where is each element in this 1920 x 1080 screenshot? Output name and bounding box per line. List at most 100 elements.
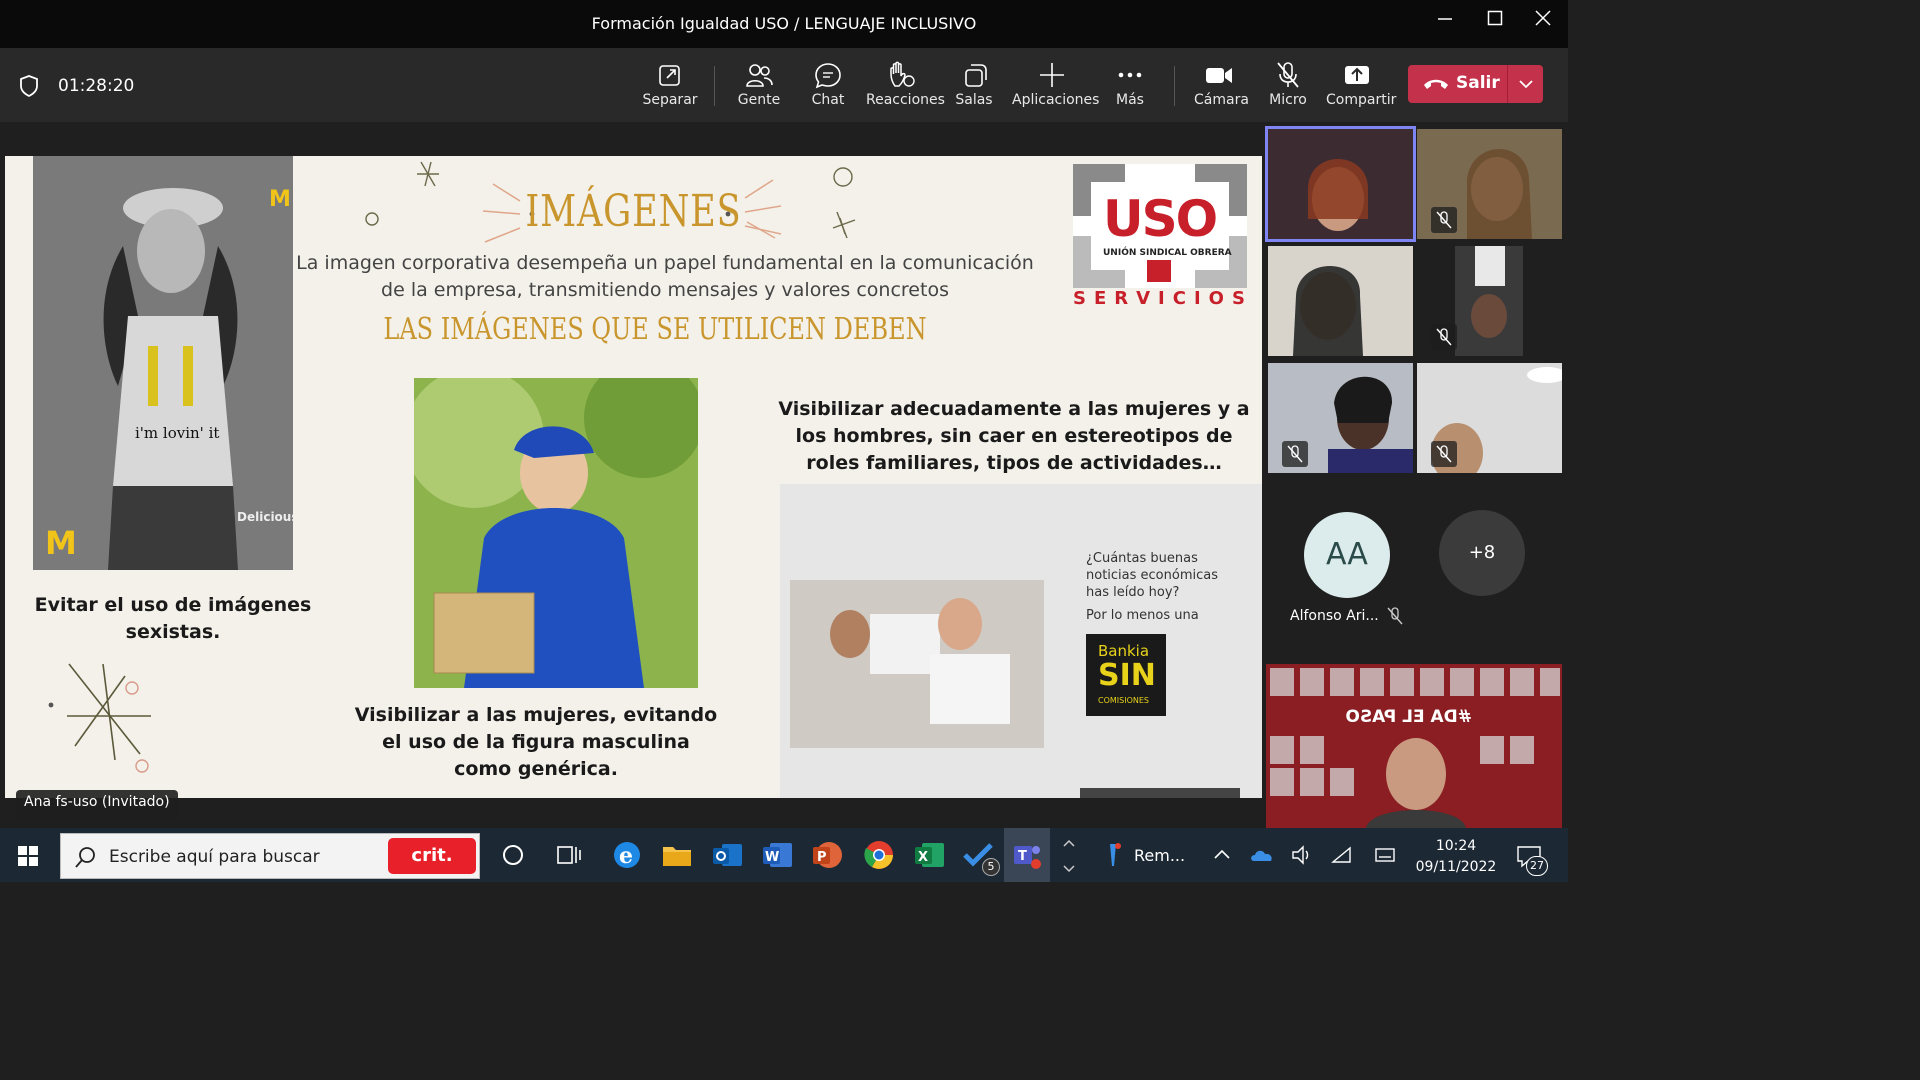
participant-avatar-name: Alfonso Ari... [1290, 608, 1379, 624]
shared-slide: M M i'm lovin' it Delicious IMÁGENES La … [5, 156, 1262, 798]
popout-icon [659, 65, 680, 86]
participant-avatar[interactable]: AA [1304, 512, 1390, 598]
minimize-button[interactable] [1430, 10, 1460, 38]
outlook-icon[interactable] [710, 838, 744, 872]
teams-taskbar-item[interactable]: T [1004, 828, 1050, 882]
crit-app-badge[interactable]: crit. [388, 838, 476, 874]
bankia-ad-image: ¿Cuántas buenas noticias económicas has … [780, 484, 1262, 798]
shield-icon[interactable] [18, 74, 40, 98]
participant-video [1268, 129, 1413, 239]
svg-text:e: e [619, 843, 633, 869]
close-button[interactable] [1528, 10, 1558, 38]
file-explorer-icon[interactable] [660, 838, 694, 872]
close-icon [1535, 10, 1551, 26]
gente-button[interactable]: Gente [734, 60, 784, 116]
bankia-question: ¿Cuántas buenas noticias económicas has … [1086, 551, 1218, 600]
notifications-count: 27 [1526, 856, 1548, 876]
reacciones-button[interactable]: Reacciones [866, 60, 945, 116]
aplicaciones-label: Aplicaciones [1012, 92, 1100, 108]
edge-icon[interactable]: e [610, 838, 644, 872]
muted-indicator [1431, 441, 1457, 467]
people-icon [746, 64, 773, 87]
compartir-button[interactable]: Compartir [1326, 60, 1396, 116]
leave-label: Salir [1456, 73, 1500, 93]
uso-logo: USO UNIÓN SINDICAL OBRERA SERVICIOS [1073, 164, 1253, 309]
meeting-stage: M M i'm lovin' it Delicious IMÁGENES La … [0, 122, 1568, 828]
mic-off-icon [1277, 62, 1299, 88]
word-icon[interactable]: W [760, 838, 794, 872]
svg-text:W: W [765, 850, 779, 865]
participant-video-tile[interactable] [1417, 363, 1562, 473]
wifi-icon[interactable] [1330, 844, 1354, 866]
minimize-icon [1438, 18, 1452, 20]
mas-label: Más [1116, 92, 1144, 108]
uso-union-text: UNIÓN SINDICAL OBRERA [1103, 248, 1232, 258]
separar-button[interactable]: Separar [640, 60, 700, 116]
participant-video-tile[interactable] [1417, 246, 1562, 356]
teams-meeting-window: Formación Igualdad USO / LENGUAJE INCLUS… [0, 0, 1568, 882]
camara-label: Cámara [1194, 92, 1249, 108]
meeting-toolbar: 01:28:20 Separar Gente Chat Reacciones S… [0, 48, 1568, 122]
camara-button[interactable]: Cámara [1194, 60, 1249, 116]
volume-icon[interactable] [1290, 844, 1314, 866]
keyboard-icon[interactable] [1374, 844, 1396, 866]
mas-button[interactable]: Más [1110, 60, 1150, 116]
aplicaciones-button[interactable]: Aplicaciones [1012, 60, 1100, 116]
remote-app-icon[interactable] [1096, 838, 1130, 872]
maximize-button[interactable] [1480, 10, 1510, 38]
teams-icon: T [1014, 846, 1041, 869]
taskbar-search-box[interactable]: Escribe aquí para buscar crit. [60, 833, 480, 879]
meeting-timer: 01:28:20 [58, 76, 135, 96]
leave-options-button[interactable] [1507, 65, 1543, 103]
todo-badge: 5 [982, 858, 1000, 876]
windows-start-icon[interactable] [18, 846, 38, 866]
mic-off-icon [1436, 445, 1452, 463]
mic-off-icon [1287, 445, 1303, 463]
mic-off-icon [1436, 211, 1452, 229]
slide-subtitle: LAS IMÁGENES QUE SE UTILICEN DEBEN [383, 312, 927, 347]
participant-video-tile[interactable] [1268, 363, 1413, 473]
muted-indicator [1431, 207, 1457, 233]
window-title: Formación Igualdad USO / LENGUAJE INCLUS… [591, 14, 977, 33]
excel-icon[interactable]: X [912, 838, 946, 872]
chevron-up-icon[interactable] [1212, 846, 1232, 864]
taskbar-clock[interactable]: 10:24 09/11/2022 [1410, 836, 1502, 878]
micro-button[interactable]: Micro [1266, 60, 1310, 116]
clock-date: 09/11/2022 [1415, 859, 1497, 875]
presenter-name-tag: Ana fs-uso (Invitado) [16, 790, 178, 818]
presenter-banner-text: #DA EL PASO [1345, 707, 1472, 727]
cortana-icon[interactable] [496, 838, 530, 872]
task-view-icon[interactable] [552, 838, 586, 872]
more-icon [1118, 72, 1142, 78]
overflow-scroll-icon[interactable] [1060, 836, 1078, 876]
delivery-woman-illustration [414, 378, 698, 688]
raise-hand-icon [890, 61, 915, 87]
leave-button[interactable]: Salir [1408, 65, 1506, 103]
micro-label: Micro [1269, 92, 1307, 108]
salas-button[interactable]: Salas [954, 60, 994, 116]
more-participants-button[interactable]: +8 [1439, 510, 1525, 596]
toolbar-divider [1174, 66, 1175, 106]
chat-button[interactable]: Chat [808, 60, 848, 116]
couple-in-bed-illustration [780, 484, 1262, 798]
plus-icon [1040, 63, 1064, 87]
onedrive-icon[interactable] [1250, 846, 1274, 864]
chrome-icon[interactable] [862, 838, 896, 872]
mic-off-icon [1436, 328, 1452, 346]
presenter-video-tile[interactable]: #DA EL PASO [1266, 664, 1562, 828]
participant-video-tile[interactable] [1265, 126, 1416, 242]
participant-video-tile[interactable] [1417, 129, 1562, 239]
gente-label: Gente [737, 92, 781, 108]
bankia-big-text: SIN [1098, 658, 1156, 693]
maximize-icon [1487, 10, 1503, 26]
title-bar: Formación Igualdad USO / LENGUAJE INCLUS… [0, 0, 1568, 48]
remote-app-label[interactable]: Rem... [1134, 846, 1185, 865]
caption-center: Visibilizar a las mujeres, evitando el u… [354, 704, 718, 780]
clock-time: 10:24 [1435, 838, 1477, 854]
powerpoint-icon[interactable]: P [810, 838, 844, 872]
leave-button-group: Salir [1408, 65, 1543, 103]
participant-video-tile[interactable] [1268, 246, 1413, 356]
delivery-woman-image [414, 378, 698, 688]
windows-taskbar: Escribe aquí para buscar crit. e W P X 5… [0, 828, 1568, 882]
uso-servicios-text: SERVICIOS [1073, 288, 1253, 309]
